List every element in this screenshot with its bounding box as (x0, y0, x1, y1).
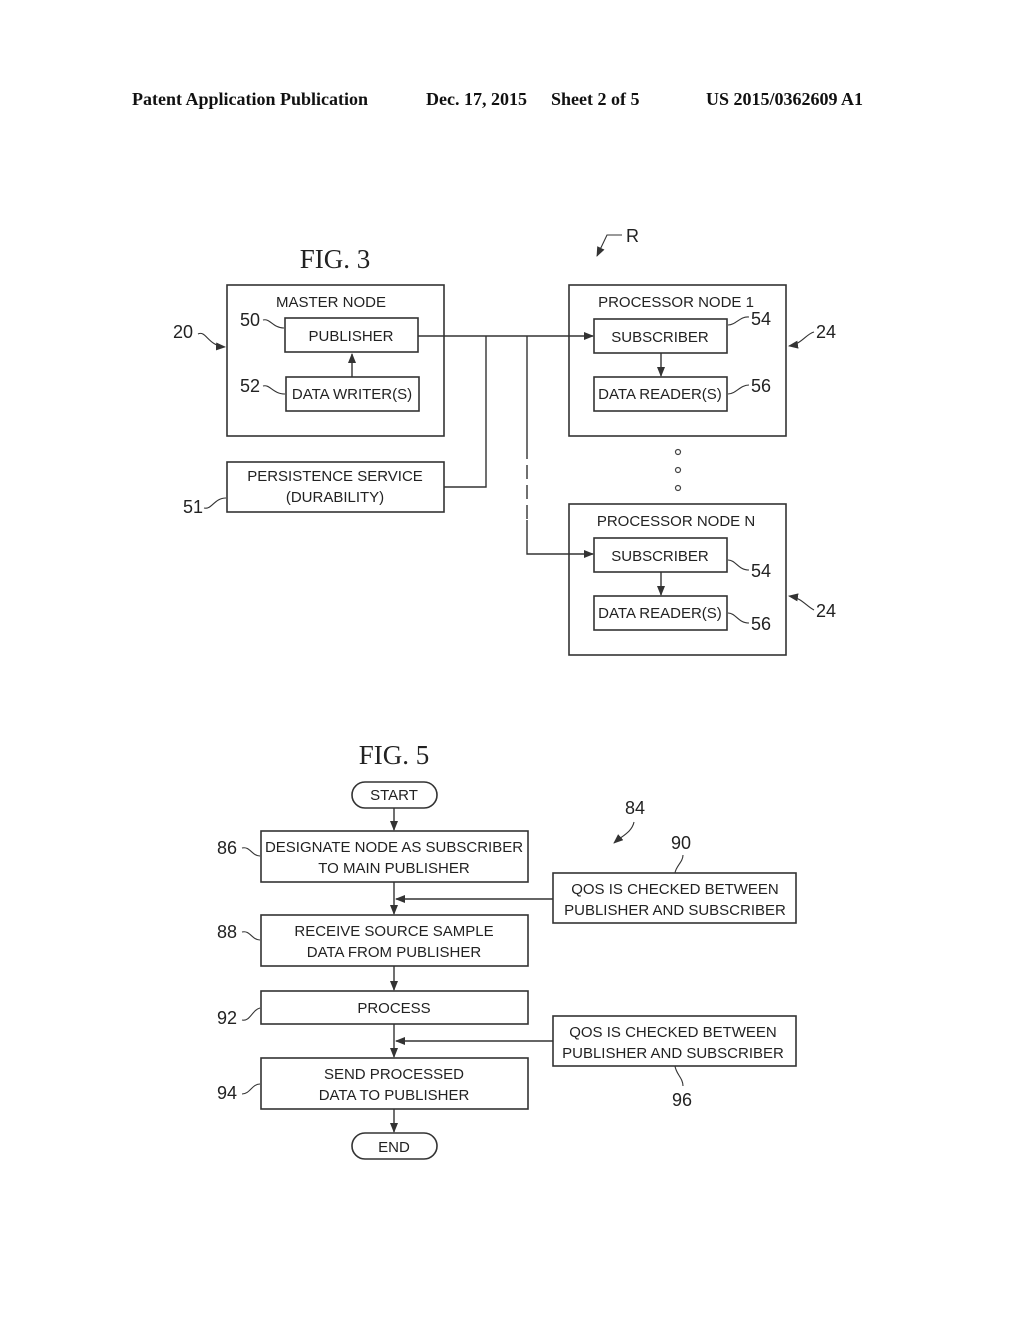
ref-94-leader (241, 1083, 261, 1095)
master-node-label: MASTER NODE (276, 294, 386, 311)
ref-54-node1-leader (727, 316, 750, 326)
persistence-connector (444, 336, 487, 488)
ref-r-arrow (596, 234, 622, 257)
ref-56-noden-leader (727, 612, 750, 624)
step-88-line1: RECEIVE SOURCE SAMPLE (294, 923, 493, 940)
data-writers-label: DATA WRITER(S) (292, 386, 412, 403)
ref-56-noden: 56 (751, 614, 771, 634)
ref-96: 96 (672, 1090, 692, 1110)
processor-node-1-label: PROCESSOR NODE 1 (598, 294, 754, 311)
ref-86-leader (241, 847, 261, 857)
persistence-line2: (DURABILITY) (286, 489, 384, 506)
master-node: MASTER NODE PUBLISHER DATA WRITER(S) 50 … (173, 284, 445, 437)
fig3: FIG. 3 R MASTER NODE PUBLISHER DATA WRIT… (173, 226, 836, 656)
ref-96-leader (674, 1065, 684, 1087)
publisher-to-nodeN-connector-bottom (526, 520, 594, 558)
step-88-line2: DATA FROM PUBLISHER (307, 944, 482, 961)
subscriber-n-label: SUBSCRIBER (611, 548, 709, 565)
ref-90: 90 (671, 833, 691, 853)
step-86-line2: TO MAIN PUBLISHER (318, 860, 470, 877)
ref-24-node1-arrow (788, 331, 815, 349)
ref-54-noden: 54 (751, 561, 771, 581)
ref-88-leader (241, 931, 261, 941)
ref-51: 51 (183, 497, 203, 517)
ref-54-node1: 54 (751, 309, 771, 329)
ref-51-leader (203, 497, 227, 509)
processor-node-1: PROCESSOR NODE 1 SUBSCRIBER DATA READER(… (568, 284, 836, 437)
ref-24-noden: 24 (816, 601, 836, 621)
step-94-line2: DATA TO PUBLISHER (319, 1087, 470, 1104)
fig5: FIG. 5 84 START DESIGNATE NODE AS SUBSCR… (217, 740, 797, 1160)
fig3-title: FIG. 3 (300, 244, 371, 274)
ref-56-node1-leader (727, 384, 750, 395)
ref-84: 84 (625, 798, 645, 818)
persistence-service: PERSISTENCE SERVICE (DURABILITY) 51 (183, 461, 445, 517)
ref-50-leader (262, 319, 285, 329)
ref-88: 88 (217, 922, 237, 942)
ellipsis-dot (674, 484, 682, 492)
processor-node-n: PROCESSOR NODE N SUBSCRIBER DATA READER(… (568, 503, 836, 656)
ellipsis-dot (674, 466, 682, 474)
step-86-line1: DESIGNATE NODE AS SUBSCRIBER (265, 839, 523, 856)
qos-96-line1: QOS IS CHECKED BETWEEN (569, 1024, 777, 1041)
qos-96-line2: PUBLISHER AND SUBSCRIBER (562, 1045, 784, 1062)
ref-50: 50 (240, 310, 260, 330)
step-92-line1: PROCESS (357, 1000, 430, 1017)
ellipsis-dot (674, 448, 682, 456)
ref-52-leader (262, 385, 286, 395)
end-label: END (378, 1139, 410, 1156)
qos-90-line2: PUBLISHER AND SUBSCRIBER (564, 902, 786, 919)
ref-54-noden-leader (727, 559, 750, 571)
ref-24-node1: 24 (816, 322, 836, 342)
ref-20-arrow (197, 332, 226, 351)
step-94-line1: SEND PROCESSED (324, 1066, 464, 1083)
ref-92: 92 (217, 1008, 237, 1028)
start-label: START (370, 787, 418, 804)
qos-90-line1: QOS IS CHECKED BETWEEN (571, 881, 779, 898)
processor-node-n-label: PROCESSOR NODE N (597, 513, 755, 530)
ref-20: 20 (173, 322, 193, 342)
patent-drawing: FIG. 3 R MASTER NODE PUBLISHER DATA WRIT… (173, 226, 836, 1160)
fig5-title: FIG. 5 (359, 740, 430, 770)
ref-24-noden-arrow (788, 593, 815, 611)
ref-84-arrow (613, 821, 635, 844)
ref-52: 52 (240, 376, 260, 396)
ref-92-leader (241, 1007, 261, 1021)
data-readers-n-label: DATA READER(S) (598, 605, 722, 622)
persistence-line1: PERSISTENCE SERVICE (247, 468, 423, 485)
ref-56-node1: 56 (751, 376, 771, 396)
ref-r: R (626, 226, 639, 246)
ref-86: 86 (217, 838, 237, 858)
subscriber-1-label: SUBSCRIBER (611, 329, 709, 346)
ref-94: 94 (217, 1083, 237, 1103)
data-readers-1-label: DATA READER(S) (598, 386, 722, 403)
publisher-label: PUBLISHER (308, 328, 393, 345)
ref-90-leader (674, 854, 684, 874)
